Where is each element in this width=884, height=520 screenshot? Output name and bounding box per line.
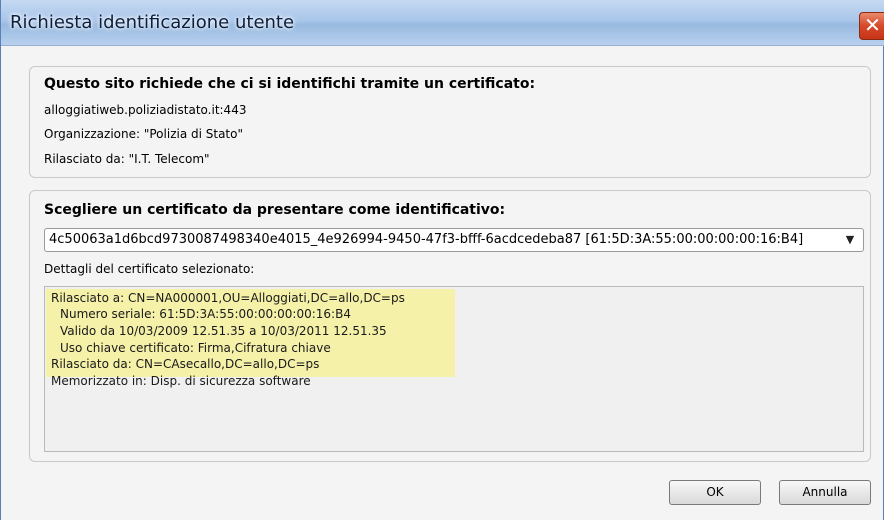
close-icon: ✕: [864, 13, 881, 37]
certificate-heading: Scegliere un certificato da presentare c…: [44, 202, 506, 218]
detail-validity: Valido da 10/03/2009 12.51.35 a 10/03/20…: [60, 324, 387, 338]
dialog-window: Richiesta identificazione utente ✕ Quest…: [0, 0, 884, 520]
certificate-group: Scegliere un certificato da presentare c…: [29, 190, 871, 462]
site-issuer: Rilasciato da: "I.T. Telecom": [44, 152, 210, 166]
certificate-details-box[interactable]: Rilasciato a: CN=NA000001,OU=Alloggiati,…: [44, 286, 864, 452]
detail-issued-by: Rilasciato da: CN=CAsecallo,DC=allo,DC=p…: [51, 357, 320, 371]
certificate-select-value: 4c50063a1d6bcd9730087498340e4015_4e92699…: [49, 232, 804, 247]
detail-issued-to: Rilasciato a: CN=NA000001,OU=Alloggiati,…: [51, 291, 405, 305]
site-organization: Organizzazione: "Polizia di Stato": [44, 127, 243, 141]
ok-button[interactable]: OK: [669, 480, 761, 505]
dialog-title: Richiesta identificazione utente: [10, 12, 295, 33]
detail-stored-in: Memorizzato in: Disp. di sicurezza softw…: [51, 374, 311, 388]
chevron-down-icon[interactable]: ▼: [843, 229, 857, 251]
cancel-button[interactable]: Annulla: [779, 480, 871, 505]
close-button[interactable]: ✕: [859, 12, 884, 40]
detail-key-usage: Uso chiave certificato: Firma,Cifratura …: [60, 341, 331, 355]
site-info-group: Questo sito richiede che ci si identific…: [29, 66, 871, 178]
detail-serial: Numero seriale: 61:5D:3A:55:00:00:00:00:…: [60, 307, 351, 321]
site-host: alloggiatiweb.poliziadistato.it:443: [44, 103, 247, 117]
site-info-heading: Questo sito richiede che ci si identific…: [44, 76, 536, 92]
details-label: Dettagli del certificato selezionato:: [44, 262, 255, 276]
certificate-select[interactable]: 4c50063a1d6bcd9730087498340e4015_4e92699…: [44, 228, 864, 252]
title-bar[interactable]: Richiesta identificazione utente ✕: [1, 0, 884, 46]
